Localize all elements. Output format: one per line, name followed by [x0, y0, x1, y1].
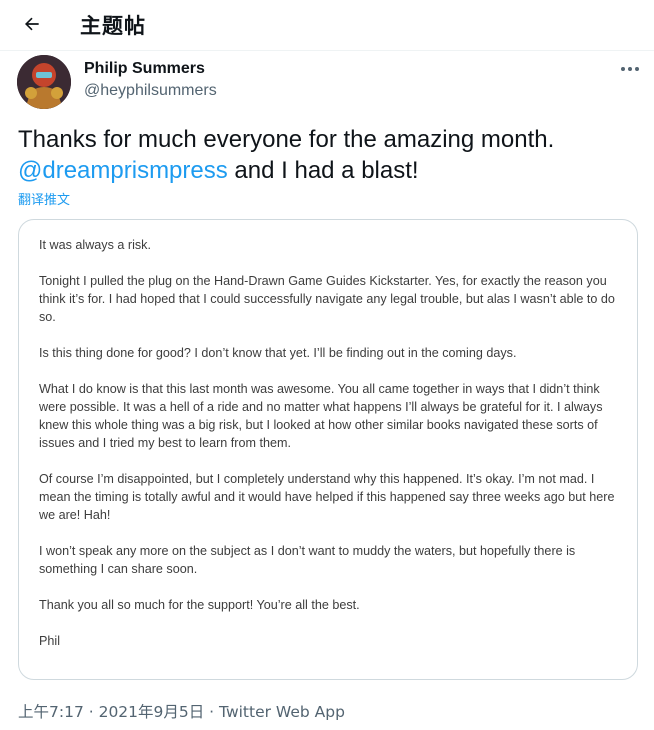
tweet-text-rest: and I had a blast! — [227, 157, 419, 184]
note-paragraph: Tonight I pulled the plug on the Hand-Dr… — [39, 274, 615, 324]
author-handle[interactable]: @heyphilsummers — [84, 82, 217, 100]
arrow-left-icon — [25, 17, 39, 31]
avatar[interactable] — [17, 55, 71, 109]
back-button[interactable] — [14, 7, 50, 41]
translate-tweet-link[interactable]: 翻译推文 — [18, 189, 70, 208]
tweet-text: Thanks for much everyone for the amazing… — [18, 124, 638, 186]
top-header: 主题帖 — [0, 0, 654, 51]
note-paragraph: Of course I’m disappointed, but I comple… — [39, 472, 615, 522]
tweet-timestamp[interactable]: 上午7:17 · 2021年9月5日 · Twitter Web App — [18, 700, 345, 722]
note-text: It was always a risk. Tonight I pulled t… — [39, 236, 619, 668]
avatar-image — [17, 55, 71, 109]
note-paragraph: What I do know is that this last month w… — [39, 382, 603, 450]
page-title: 主题帖 — [80, 14, 146, 38]
note-paragraph: It was always a risk. — [39, 238, 151, 252]
note-paragraph: Is this thing done for good? I don’t kno… — [39, 346, 517, 360]
more-options-button[interactable] — [614, 58, 646, 80]
note-signature: Phil — [39, 634, 60, 648]
mention-link[interactable]: @dreamprismpress — [18, 157, 228, 184]
tweet-text-line1: Thanks for much everyone for the amazing… — [18, 126, 555, 153]
author-display-name[interactable]: Philip Summers — [84, 60, 205, 78]
note-paragraph: Thank you all so much for the support! Y… — [39, 598, 360, 612]
note-paragraph: I won’t speak any more on the subject as… — [39, 544, 576, 576]
attached-image-card[interactable]: It was always a risk. Tonight I pulled t… — [18, 219, 638, 680]
more-horizontal-icon — [621, 67, 639, 71]
